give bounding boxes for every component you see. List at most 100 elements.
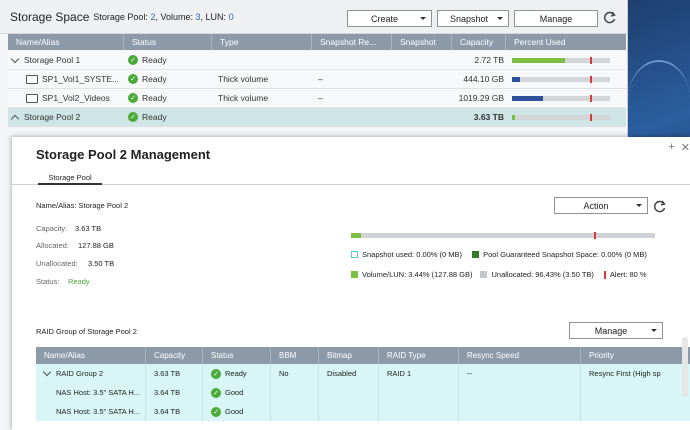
check-icon: ✓ [211, 406, 221, 417]
raid-table-header: Name/Alias Capacity Status BBM Bitmap RA… [36, 347, 690, 364]
volume-icon [26, 93, 38, 103]
raid-col-status[interactable]: Status [203, 347, 271, 364]
manage-pool-button[interactable]: Manage [514, 10, 598, 27]
name-alias-label: Name/Alias: Storage Pool 2 [36, 201, 129, 210]
chevron-down-icon[interactable] [42, 367, 52, 377]
raid-row-priority [581, 402, 690, 421]
row-status: Ready [142, 112, 167, 122]
usage-fill [512, 57, 565, 63]
raid-table-row[interactable]: NAS Host: 3.5" SATA H... 3.64 TB ✓ Good [36, 383, 690, 402]
chevron-up-icon[interactable] [10, 114, 20, 123]
alert-marker [590, 113, 593, 121]
unallocated-swatch [480, 271, 488, 278]
raid-row-bbm [271, 402, 319, 421]
vertical-scrollbar[interactable] [682, 337, 688, 397]
raid-col-capacity[interactable]: Capacity [146, 347, 203, 364]
pool-guaranteed-swatch [472, 251, 480, 258]
manage-raid-button-label: Manage [594, 325, 628, 336]
raid-col-raid-type[interactable]: RAID Type [379, 347, 459, 364]
restore-icon[interactable]: + [668, 141, 674, 154]
raid-table-row[interactable]: NAS Host: 3.5" SATA H... 3.64 TB ✓ Good [36, 402, 690, 421]
chevron-down-icon [497, 17, 503, 20]
raid-col-resync-speed[interactable]: Resync Speed [459, 347, 581, 364]
legend-alert: Alert: 80 % [609, 270, 647, 279]
tab-bar: Storage Pool [12, 173, 690, 185]
alert-swatch [603, 270, 606, 279]
chevron-down-icon[interactable] [10, 54, 20, 63]
raid-row-resync [459, 402, 581, 421]
col-capacity[interactable]: Capacity [452, 34, 506, 50]
manage-pool-button-label: Manage [539, 13, 573, 24]
raid-row-bbm: No [271, 364, 319, 383]
raid-row-resync [459, 383, 581, 402]
row-type [212, 108, 312, 126]
allocated-value: 127.88 GB [78, 241, 114, 250]
snapshot-button-label: Snapshot [449, 13, 489, 24]
chevron-down-icon [636, 204, 642, 207]
raid-row-status: Ready [225, 369, 247, 378]
row-status: Ready [142, 93, 167, 103]
col-name-alias[interactable]: Name/Alias [8, 34, 124, 50]
create-button[interactable]: Create [347, 10, 432, 27]
row-snapshot-re: – [318, 74, 323, 84]
col-snapshot[interactable]: Snapshot [392, 34, 452, 50]
raid-col-bbm[interactable]: BBM [271, 347, 319, 364]
raid-col-priority[interactable]: Priority [581, 347, 690, 364]
storage-pool-management-dialog: Storage Pool 2 Management + ✕ Storage Po… [12, 137, 690, 430]
raid-row-capacity: 3.64 TB [146, 402, 203, 421]
row-snapshot [392, 70, 452, 88]
snapshot-button[interactable]: Snapshot [437, 10, 509, 27]
unallocated-label: Unallocated: [36, 259, 78, 268]
usage-bar [512, 94, 610, 102]
row-name: Storage Pool 1 [24, 55, 81, 65]
usage-bar [512, 113, 610, 121]
col-status[interactable]: Status [124, 34, 212, 50]
row-capacity: 444.10 GB [463, 74, 504, 84]
row-name: SP1_Vol2_Videos [42, 93, 110, 103]
raid-row-status: Good [225, 388, 244, 397]
legend-snapshot-used: Snapshot used: 0.00% (0 MB) [362, 250, 463, 259]
raid-row-resync: -- [459, 364, 581, 383]
check-icon: ✓ [128, 112, 138, 122]
raid-col-bitmap[interactable]: Bitmap [319, 347, 379, 364]
raid-row-bitmap [319, 402, 379, 421]
tab-storage-pool[interactable]: Storage Pool [38, 173, 102, 185]
alert-marker [590, 56, 593, 64]
summary-lun-count: 0 [228, 11, 234, 22]
raid-row-name: NAS Host: 3.5" SATA H... [36, 402, 146, 421]
row-type [212, 51, 312, 69]
row-capacity: 1019.29 GB [458, 93, 504, 103]
pool-usage-fill [351, 233, 362, 238]
col-type[interactable]: Type [212, 34, 312, 50]
raid-row-bitmap: Disabled [319, 364, 379, 383]
check-icon: ✓ [128, 74, 138, 84]
col-percent-used[interactable]: Percent Used [506, 34, 626, 50]
raid-table-row[interactable]: RAID Group 2 3.63 TB ✓ Ready No Disabled … [36, 364, 690, 383]
usage-bar [512, 56, 610, 64]
col-snapshot-re[interactable]: Snapshot Re... [312, 34, 392, 50]
raid-row-priority: Resync First (High sp [589, 369, 661, 378]
status-label: Status: [36, 277, 60, 286]
table-row-selected[interactable]: Storage Pool 2 ✓ Ready 3.63 TB [8, 108, 626, 127]
legend-volume-lun: Volume/LUN: 3.44% (127.88 GB) [362, 270, 473, 279]
refresh-icon[interactable] [652, 199, 667, 214]
usage-bar [512, 75, 610, 83]
capacity-label: Capacity: [36, 224, 68, 233]
row-name: SP1_Vol1_SYSTE... [42, 74, 120, 84]
row-snapshot [392, 108, 452, 126]
raid-row-priority [581, 383, 690, 402]
refresh-icon[interactable] [602, 10, 617, 25]
row-capacity: 3.63 TB [473, 112, 504, 122]
table-row[interactable]: SP1_Vol2_Videos ✓ Ready Thick volume – 10… [8, 89, 626, 108]
action-button[interactable]: Action [554, 197, 648, 214]
row-capacity: 2.72 TB [474, 55, 504, 65]
raid-row-type [379, 402, 459, 421]
table-row[interactable]: SP1_Vol1_SYSTE... ✓ Ready Thick volume – … [8, 70, 626, 89]
usage-fill [512, 76, 520, 82]
table-row[interactable]: Storage Pool 1 ✓ Ready 2.72 TB [8, 51, 626, 70]
close-icon[interactable]: ✕ [681, 141, 690, 154]
manage-raid-button[interactable]: Manage [569, 322, 663, 339]
raid-col-name[interactable]: Name/Alias [36, 347, 146, 364]
desktop-wave-decoration [628, 60, 690, 140]
row-status: Ready [142, 55, 167, 65]
